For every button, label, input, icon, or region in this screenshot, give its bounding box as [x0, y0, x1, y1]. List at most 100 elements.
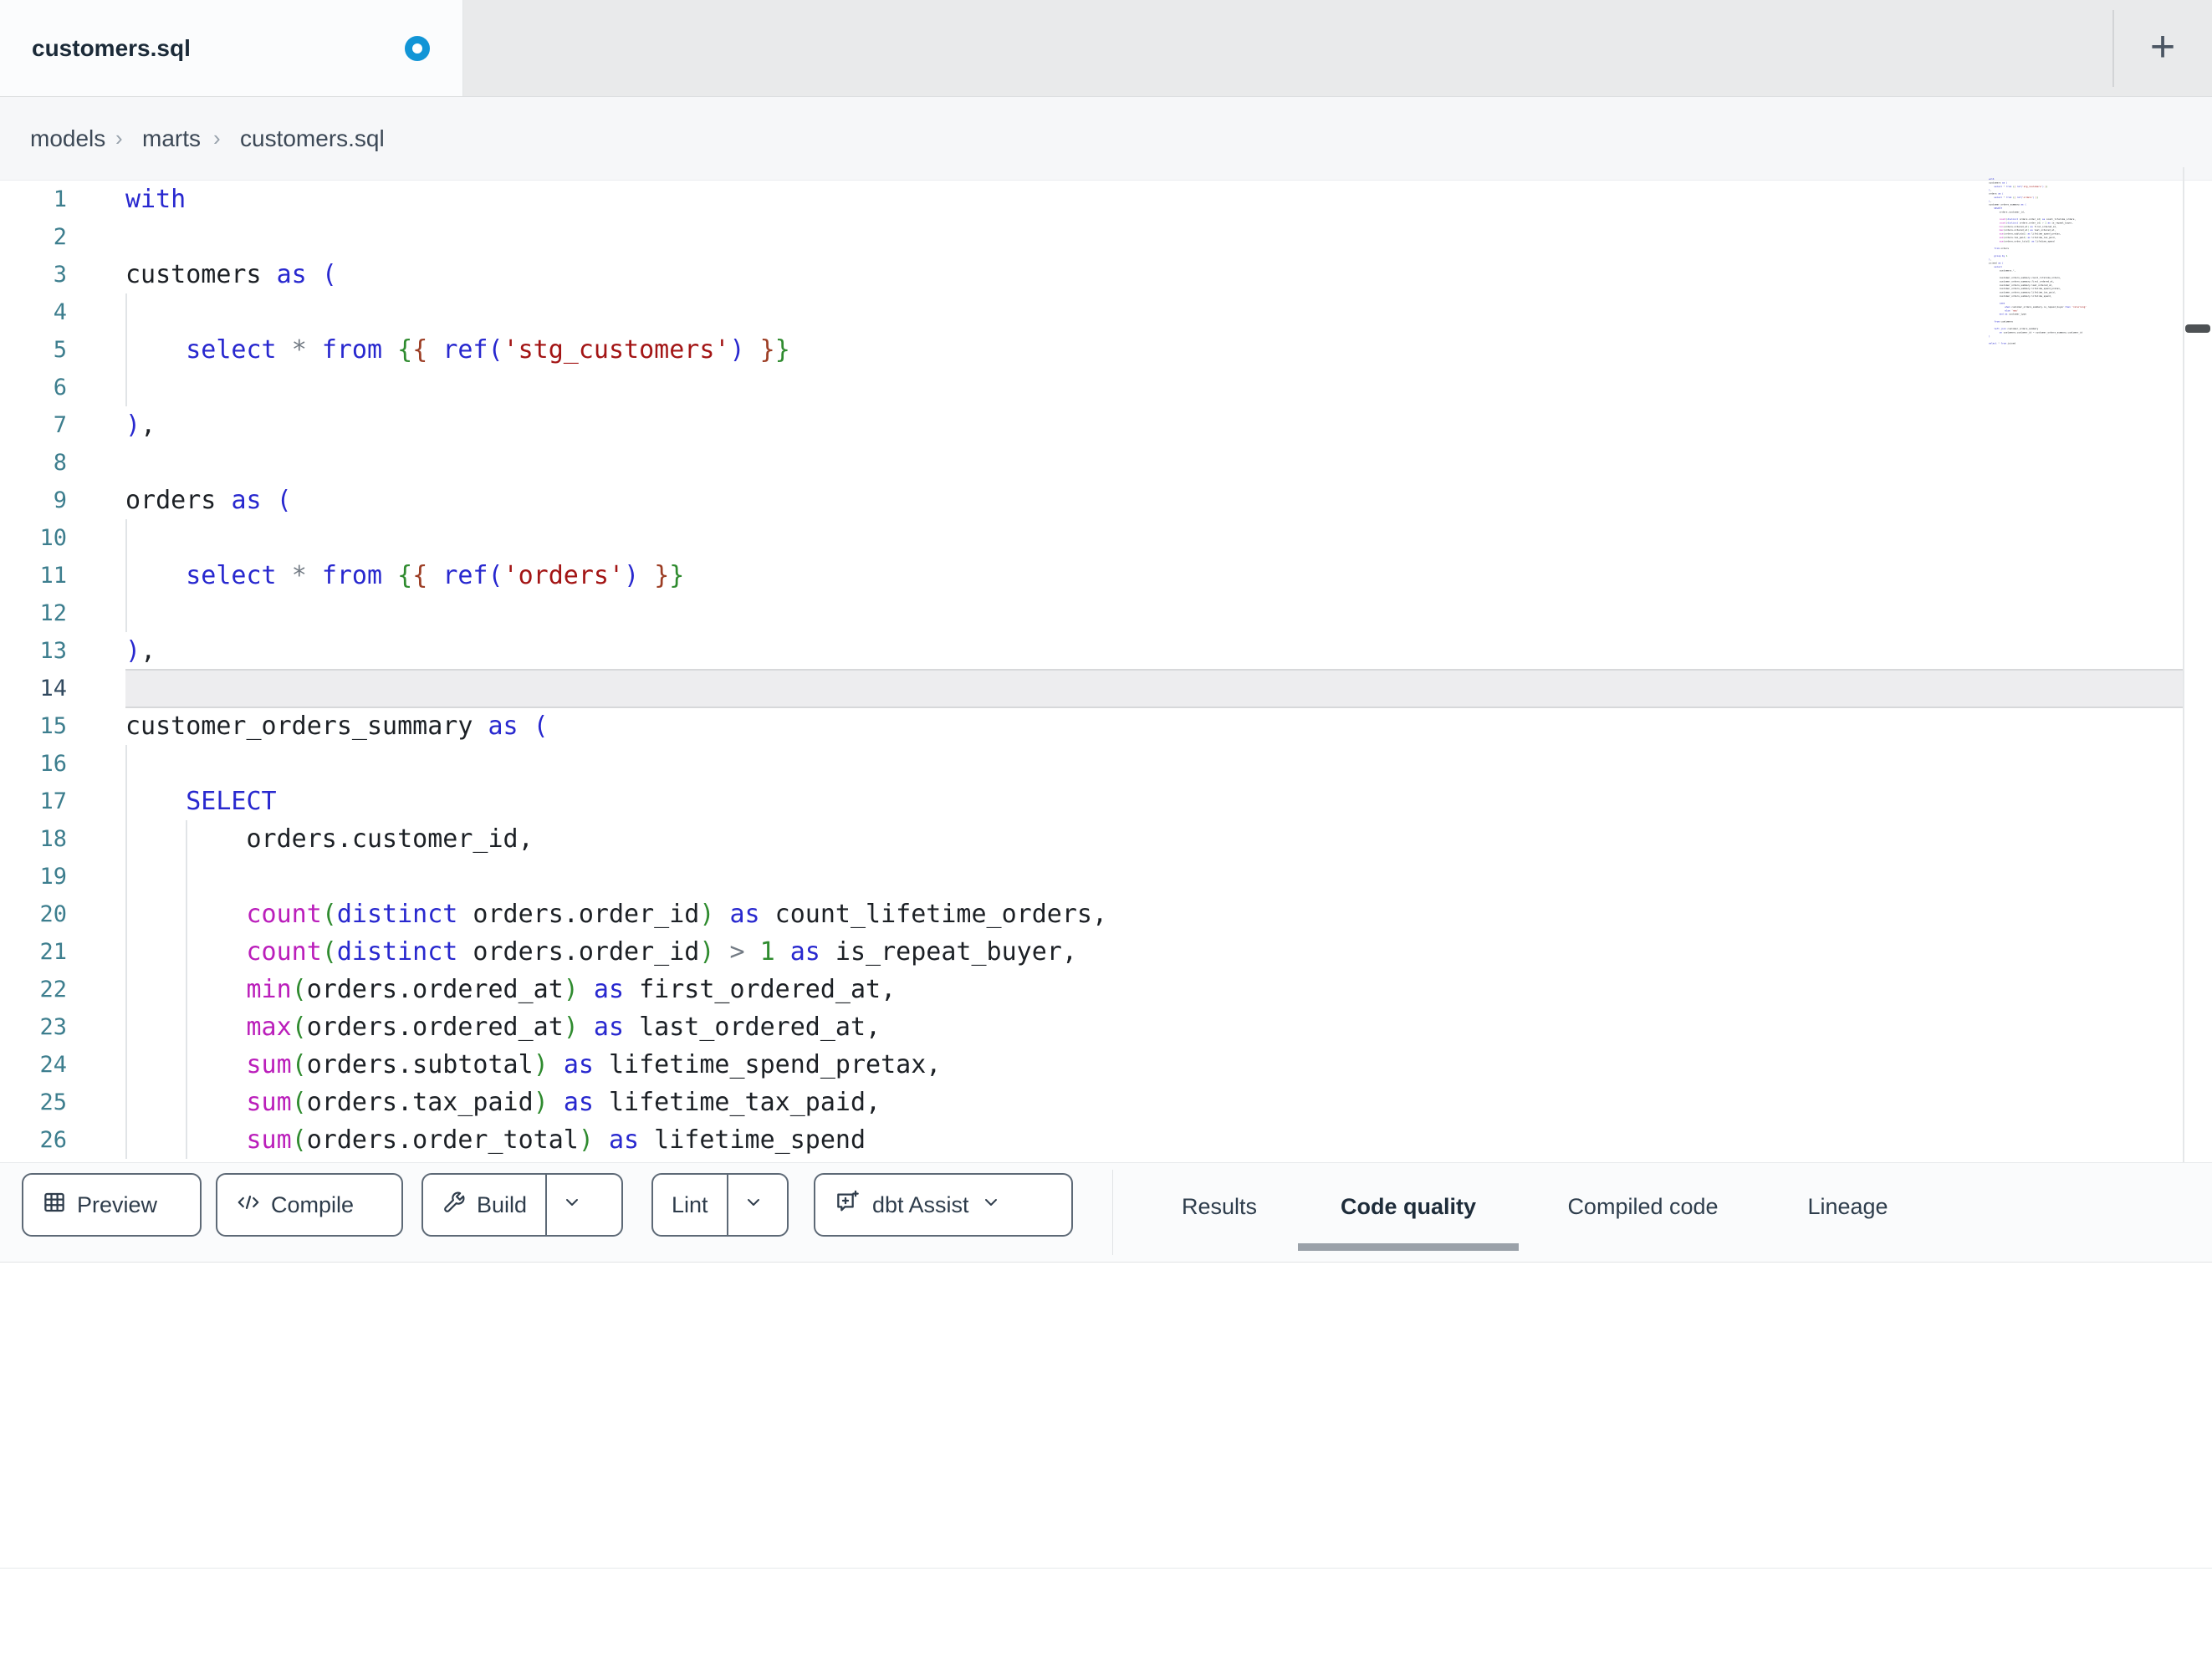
code-line[interactable]: 5 select * from {{ ref('stg_customers') …	[0, 331, 2212, 369]
code-line[interactable]: 19	[0, 858, 2212, 895]
code-line[interactable]: 17 SELECT	[0, 783, 2212, 820]
indent-guide	[125, 369, 127, 406]
tab-title: customers.sql	[32, 35, 191, 61]
code-line[interactable]: 1 with	[0, 181, 2212, 218]
tab-results[interactable]: Results	[1152, 1163, 1286, 1250]
build-label: Build	[477, 1191, 528, 1217]
code-line[interactable]: 16	[0, 745, 2212, 783]
lint-dropdown-button[interactable]	[726, 1175, 779, 1235]
code-text: min(orders.ordered_at) as first_ordered_…	[246, 975, 897, 1004]
code-text: ),	[125, 411, 156, 440]
preview-grid-icon	[42, 1190, 67, 1221]
compile-label: Compile	[271, 1191, 355, 1217]
code-text: customers as (	[125, 260, 337, 289]
line-number: 4	[53, 299, 67, 325]
code-line[interactable]: 26 sum(orders.order_total) as lifetime_s…	[0, 1121, 2212, 1159]
breadcrumb-bar: models › marts › customers.sql	[0, 97, 2212, 267]
lint-button[interactable]: Lint	[653, 1175, 727, 1235]
code-text: sum(orders.tax_paid) as lifetime_tax_pai…	[246, 1088, 881, 1117]
breadcrumb-separator-icon: ›	[213, 125, 221, 151]
breadcrumb-separator-icon: ›	[115, 125, 123, 151]
tab-code-quality[interactable]: Code quality	[1308, 1163, 1509, 1250]
code-line[interactable]: 25 sum(orders.tax_paid) as lifetime_tax_…	[0, 1084, 2212, 1121]
minimap-line: select * from joined	[1989, 342, 2016, 345]
code-text: orders.customer_id,	[125, 824, 534, 854]
line-number: 5	[53, 337, 67, 363]
code-line[interactable]: 20 count(distinct orders.order_id) as co…	[0, 895, 2212, 933]
line-number: 6	[53, 375, 67, 400]
code-line[interactable]: 15 customer_orders_summary as (	[0, 707, 2212, 745]
code-line[interactable]: 8	[0, 444, 2212, 482]
line-number: 16	[39, 751, 67, 777]
code-line[interactable]: 9 orders as (	[0, 482, 2212, 519]
code-line[interactable]: 6	[0, 369, 2212, 406]
code-text: customer_orders_summary as (	[125, 712, 549, 741]
line-number: 1	[53, 186, 67, 212]
tab-compiled-code[interactable]: Compiled code	[1533, 1163, 1753, 1250]
build-button[interactable]: Build	[423, 1175, 545, 1235]
line-number: 2	[53, 224, 67, 250]
line-number: 8	[53, 450, 67, 476]
code-line[interactable]: 3 customers as (	[0, 256, 2212, 293]
code-text: SELECT	[186, 787, 277, 816]
code-text: sum(orders.order_total) as lifetime_spen…	[246, 1125, 866, 1155]
active-code-line[interactable]: 14	[0, 669, 2212, 708]
line-number: 13	[39, 638, 67, 664]
tab-lineage[interactable]: Lineage	[1784, 1163, 1912, 1250]
code-line[interactable]: 18 orders.customer_id,	[0, 820, 2212, 858]
build-dropdown-button[interactable]	[545, 1175, 597, 1235]
line-number: 17	[39, 788, 67, 814]
tab-customers-sql[interactable]: customers.sql	[0, 0, 463, 96]
dbt-ide-window: customers.sql + models › marts › custome…	[0, 0, 2212, 1653]
dbt-assist-button[interactable]: dbt Assist	[814, 1173, 1073, 1237]
code-line[interactable]: 4	[0, 293, 2212, 331]
chevron-down-icon	[743, 1192, 764, 1218]
toolbar-tabs-divider	[1112, 1170, 1113, 1255]
code-editor[interactable]: 1 with 2 3 customers as ( 4 5 select * from {{…	[0, 181, 2212, 1162]
indent-guide	[125, 594, 127, 632]
code-text: count(distinct orders.order_id) > 1 as i…	[246, 937, 1077, 967]
line-number: 21	[39, 939, 67, 965]
line-number: 26	[39, 1127, 67, 1153]
code-line[interactable]: 23 max(orders.ordered_at) as last_ordere…	[0, 1008, 2212, 1046]
code-line[interactable]: 2	[0, 218, 2212, 256]
code-line[interactable]: 13),	[0, 632, 2212, 670]
breadcrumb-models[interactable]: models	[30, 97, 105, 180]
preview-button[interactable]: Preview	[22, 1173, 202, 1237]
code-text: with	[125, 185, 186, 214]
code-line[interactable]: 12	[0, 594, 2212, 632]
status-bar: Defer to staging/production Ready	[0, 1568, 2212, 1653]
code-quality-panel: There is nothing here Press the Lint or …	[0, 1263, 2212, 1568]
code-text: select * from {{ ref('stg_customers') }}	[186, 335, 790, 365]
lint-split-button: Lint	[651, 1173, 789, 1237]
new-tab-button[interactable]: +	[2131, 18, 2194, 79]
code-text: select * from {{ ref('orders') }}	[186, 561, 685, 590]
assist-chat-sparkle-icon	[834, 1189, 861, 1222]
editor-scrollbar-thumb[interactable]	[2185, 324, 2210, 333]
code-line[interactable]: 24 sum(orders.subtotal) as lifetime_spen…	[0, 1046, 2212, 1084]
indent-guide	[125, 293, 127, 331]
line-number: 12	[39, 600, 67, 626]
code-text: sum(orders.subtotal) as lifetime_spend_p…	[246, 1050, 942, 1079]
line-number: 3	[53, 262, 67, 288]
indent-guide	[125, 519, 127, 557]
code-line[interactable]: 21 count(distinct orders.order_id) > 1 a…	[0, 933, 2212, 971]
active-tab-underline	[1298, 1243, 1519, 1251]
line-number: 18	[39, 826, 67, 852]
indent-guide	[186, 858, 188, 895]
code-line[interactable]: 10	[0, 519, 2212, 557]
minimap[interactable]: with customers as ( select * from {{ ref(…	[1989, 177, 2118, 395]
line-number: 20	[39, 901, 67, 927]
breadcrumb-marts[interactable]: marts	[142, 97, 201, 180]
line-number: 9	[53, 487, 67, 513]
unsaved-changes-dot-icon	[405, 36, 430, 61]
assist-label: dbt Assist	[872, 1191, 969, 1217]
line-number: 25	[39, 1089, 67, 1115]
indent-guide	[125, 745, 127, 783]
code-line[interactable]: 22 min(orders.ordered_at) as first_order…	[0, 971, 2212, 1008]
code-line[interactable]: 11 select * from {{ ref('orders') }}	[0, 557, 2212, 594]
code-line[interactable]: 7),	[0, 406, 2212, 444]
line-number: 7	[53, 412, 67, 438]
tabbar-divider	[2112, 10, 2114, 87]
compile-button[interactable]: Compile	[216, 1173, 403, 1237]
